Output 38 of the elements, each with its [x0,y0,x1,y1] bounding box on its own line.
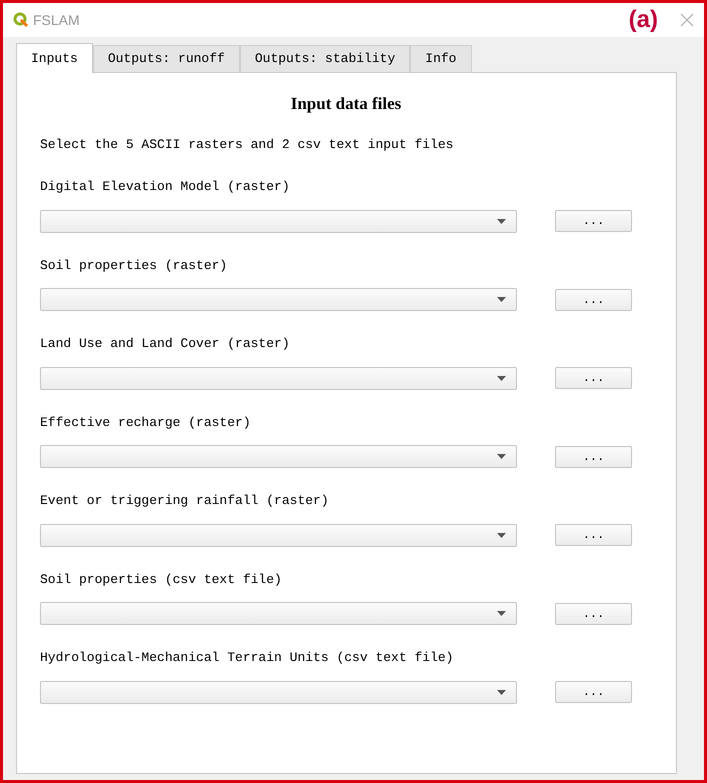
tab[interactable]: Outputs: stability [240,45,410,72]
field-label: Land Use and Land Cover (raster) [40,335,291,353]
field-label: Hydrological-Mechanical Terrain Units (csv text file) [40,649,454,667]
field-label: Soil properties (csv text file) [40,570,283,588]
dropdown-arrow-icon [497,297,506,302]
file-dropdown[interactable] [40,524,517,546]
browse-button[interactable]: ... [555,681,632,703]
browse-button[interactable]: ... [555,367,632,389]
browse-button[interactable]: ... [555,602,632,624]
file-dropdown[interactable] [40,366,517,390]
browse-button[interactable]: ... [555,524,632,546]
dropdown-arrow-icon [497,690,506,694]
dropdown-arrow-icon [497,376,506,380]
file-dropdown[interactable] [40,680,517,704]
window-title: FSLAM [33,10,80,30]
close-icon[interactable] [680,13,694,27]
dropdown-arrow-icon [497,218,506,224]
file-dropdown[interactable] [40,210,517,232]
field-label: Digital Elevation Model (raster) [40,178,291,196]
tab[interactable]: Inputs [16,43,93,73]
tab[interactable]: Info [410,45,472,72]
dropdown-arrow-icon [497,532,506,538]
file-dropdown[interactable] [40,288,517,311]
field-label: Effective recharge (raster) [40,414,252,432]
figure-label: (a) [628,5,658,35]
file-dropdown[interactable] [40,602,517,625]
browse-button[interactable]: ... [555,446,632,468]
instruction-text: Select the 5 ASCII rasters and 2 csv text input files [40,136,454,154]
file-dropdown[interactable] [40,445,517,468]
browse-button[interactable]: ... [555,288,632,310]
dropdown-arrow-icon [497,611,506,616]
tab[interactable]: Outputs: runoff [92,45,240,72]
section-heading: Input data files [290,93,402,115]
dropdown-arrow-icon [497,454,506,459]
field-label: Event or triggering rainfall (raster) [40,492,330,510]
app-logo-icon [13,12,29,28]
field-label: Soil properties (raster) [40,256,228,274]
browse-button[interactable]: ... [555,210,632,232]
